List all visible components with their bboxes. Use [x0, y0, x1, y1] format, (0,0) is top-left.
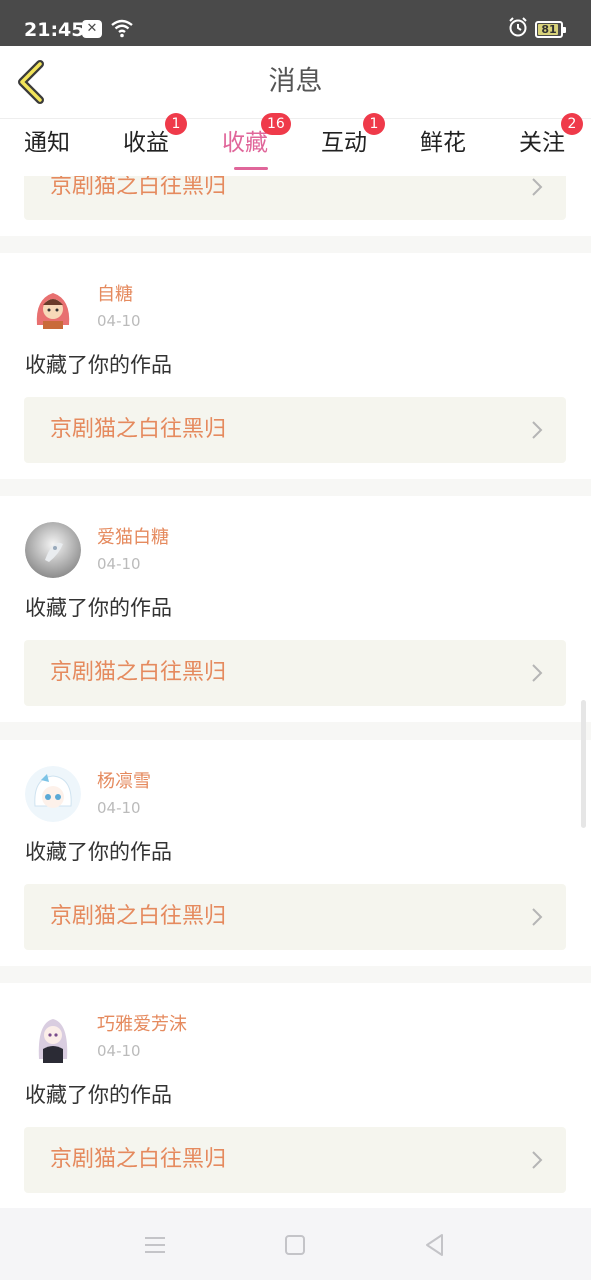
header: 消息 [0, 46, 591, 118]
work-link[interactable]: 京剧猫之白往黑归 [24, 397, 566, 463]
tab-badge: 2 [561, 113, 583, 135]
avatar[interactable] [25, 1009, 81, 1065]
tab-bar: 通知 收益 1 收藏 16 互动 1 鲜花 关注 2 [0, 113, 591, 177]
work-title: 京剧猫之白往黑归 [50, 417, 227, 442]
avatar-image [25, 766, 81, 822]
battery-icon: 81 [535, 21, 566, 38]
date: 04-10 [97, 1042, 141, 1060]
avatar-image [25, 522, 81, 578]
menu-icon[interactable] [140, 1230, 170, 1260]
action-text: 收藏了你的作品 [25, 1083, 172, 1107]
tab-badge: 16 [261, 113, 291, 135]
user-name[interactable]: 爱猫白糖 [97, 526, 169, 550]
work-title: 京剧猫之白往黑归 [50, 1147, 227, 1172]
work-title: 京剧猫之白往黑归 [50, 904, 227, 929]
back-arrow-icon[interactable] [12, 58, 52, 106]
tab-label: 通知 [24, 130, 70, 156]
tab-label: 互动 [321, 130, 367, 156]
work-link[interactable]: 京剧猫之白往黑归 [24, 1127, 566, 1193]
chevron-right-icon [532, 664, 543, 682]
scrollbar[interactable] [581, 700, 586, 828]
avatar-image [25, 1009, 81, 1065]
page-title: 消息 [268, 66, 323, 97]
avatar[interactable] [25, 522, 81, 578]
tab-label: 鲜花 [420, 130, 466, 156]
chevron-right-icon [532, 178, 543, 196]
user-name[interactable]: 杨凛雪 [97, 770, 151, 794]
tab-badge: 1 [165, 113, 187, 135]
system-nav-bar [0, 1208, 591, 1280]
work-title: 京剧猫之白往黑归 [50, 660, 227, 685]
chevron-right-icon [532, 421, 543, 439]
list-item: 京剧猫之白往黑归 [0, 176, 591, 236]
tab-label: 收益 [123, 130, 169, 156]
tab-earnings[interactable]: 收益 1 [123, 113, 187, 177]
avatar-image [25, 279, 81, 335]
message-list[interactable]: 京剧猫之白往黑归 自糖 04-10 收藏了你的作品 京剧猫之白往黑归 爱猫白糖 … [0, 176, 591, 1208]
back-triangle-icon[interactable] [420, 1230, 450, 1260]
work-link[interactable]: 京剧猫之白往黑归 [24, 640, 566, 706]
active-tab-indicator [234, 167, 268, 170]
tab-following[interactable]: 关注 2 [519, 113, 583, 177]
battery-level: 81 [541, 23, 557, 36]
tab-flowers[interactable]: 鲜花 [420, 119, 466, 177]
home-square-icon[interactable] [280, 1230, 310, 1260]
list-item: 爱猫白糖 04-10 收藏了你的作品 京剧猫之白往黑归 [0, 496, 591, 722]
tab-interactions[interactable]: 互动 1 [321, 113, 385, 177]
chevron-right-icon [532, 908, 543, 926]
date: 04-10 [97, 799, 141, 817]
work-link[interactable]: 京剧猫之白往黑归 [24, 884, 566, 950]
work-title: 京剧猫之白往黑归 [50, 176, 227, 199]
chevron-right-icon [532, 1151, 543, 1169]
action-text: 收藏了你的作品 [25, 596, 172, 620]
wifi-icon [111, 19, 133, 38]
alarm-icon [509, 17, 527, 37]
date: 04-10 [97, 555, 141, 573]
tab-label: 关注 [519, 130, 565, 156]
status-time: 21:45 [24, 19, 85, 41]
user-name[interactable]: 巧雅爱芳沫 [97, 1013, 187, 1037]
user-name[interactable]: 自糖 [97, 283, 133, 307]
status-bar: 21:45 ✕ 81 [0, 0, 591, 46]
action-text: 收藏了你的作品 [25, 840, 172, 864]
date: 04-10 [97, 312, 141, 330]
action-text: 收藏了你的作品 [25, 353, 172, 377]
avatar[interactable] [25, 279, 81, 335]
list-item: 自糖 04-10 收藏了你的作品 京剧猫之白往黑归 [0, 253, 591, 479]
list-item: 巧雅爱芳沫 04-10 收藏了你的作品 京剧猫之白往黑归 [0, 983, 591, 1208]
list-item: 杨凛雪 04-10 收藏了你的作品 京剧猫之白往黑归 [0, 740, 591, 966]
tab-favorites[interactable]: 收藏 16 [222, 113, 291, 177]
avatar[interactable] [25, 766, 81, 822]
tab-notifications[interactable]: 通知 [24, 119, 70, 177]
notification-x-icon: ✕ [82, 20, 102, 38]
tab-badge: 1 [363, 113, 385, 135]
tab-label: 收藏 [222, 130, 268, 156]
work-link[interactable]: 京剧猫之白往黑归 [24, 176, 566, 220]
